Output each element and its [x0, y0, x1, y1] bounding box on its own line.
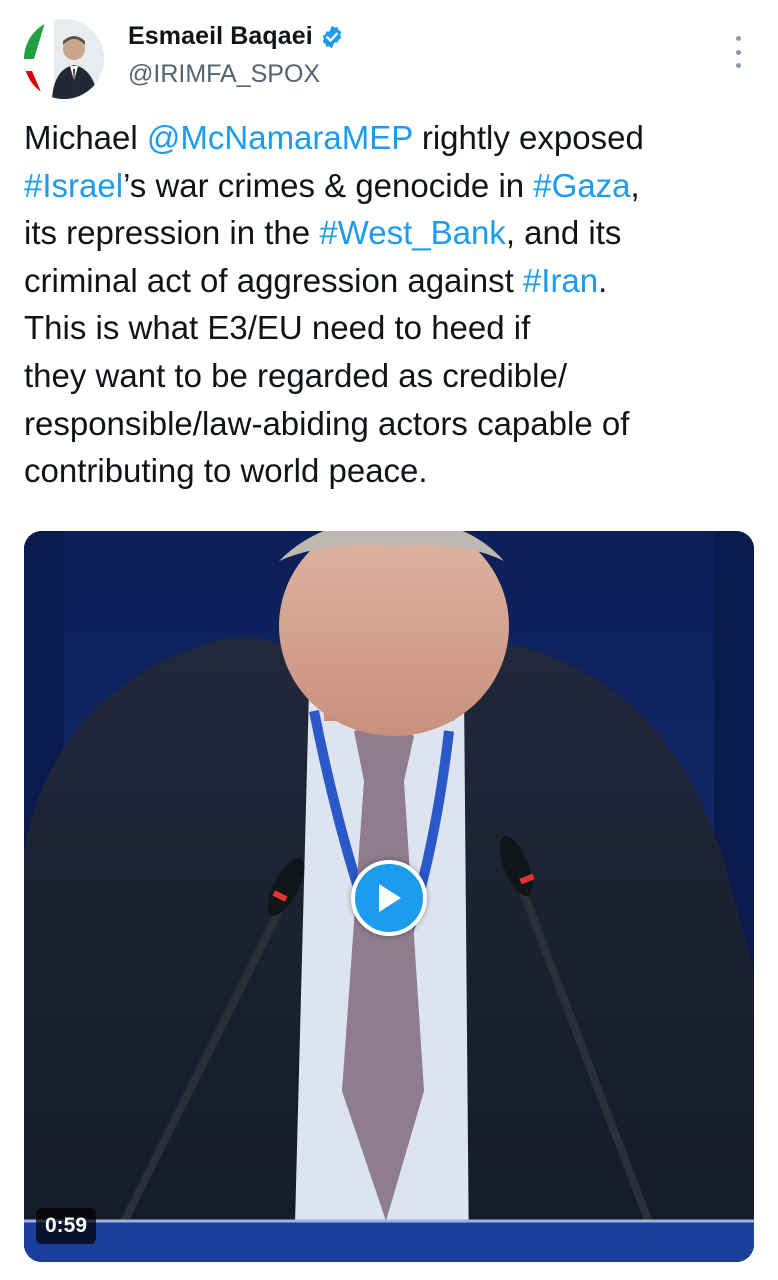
video-player[interactable]: 0:59 [24, 531, 754, 1262]
mention-link[interactable]: @McNamaraMEP [147, 119, 413, 156]
tweet-text: Michael @McNamaraMEP rightly exposed #Is… [24, 114, 754, 495]
avatar-photo [24, 19, 104, 99]
play-icon [379, 884, 401, 912]
play-button[interactable] [351, 860, 427, 936]
more-dot-icon [735, 36, 741, 41]
hashtag-link[interactable]: #West_Bank [319, 214, 506, 251]
tweet-text-segment: rightly exposed [421, 119, 644, 156]
more-dot-icon [735, 49, 741, 55]
more-dot-icon [735, 63, 741, 68]
verified-badge-icon [319, 24, 345, 50]
display-name[interactable]: Esmaeil Baqaei [128, 22, 313, 51]
author-name-row[interactable]: Esmaeil Baqaei [128, 22, 345, 51]
author-handle[interactable]: @IRIMFA_SPOX [128, 60, 320, 89]
hashtag-link[interactable]: #Gaza [533, 167, 630, 204]
tweet-text-segment: ’s war crimes & genocide in [123, 166, 534, 204]
video-duration-badge: 0:59 [36, 1208, 97, 1244]
tweet-text-segment: Michael [24, 119, 147, 156]
more-options-button[interactable] [726, 36, 750, 68]
hashtag-link[interactable]: #Iran [523, 262, 598, 299]
tweet-header: Esmaeil Baqaei @IRIMFA_SPOX [0, 0, 778, 110]
avatar[interactable] [24, 19, 104, 99]
hashtag-link[interactable]: #Israel [24, 167, 123, 204]
